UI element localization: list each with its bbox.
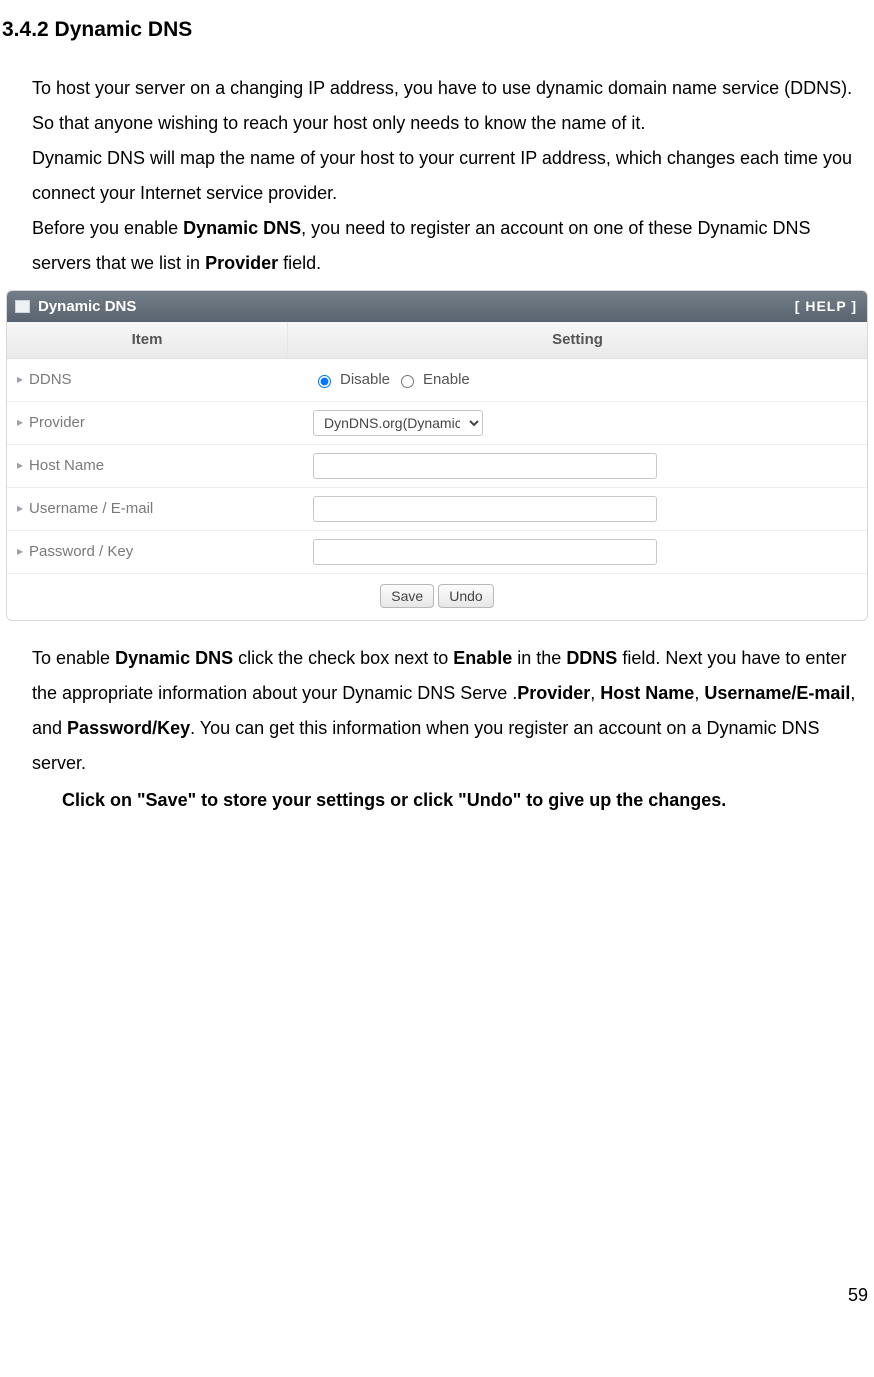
column-headers: Item Setting — [7, 322, 867, 359]
chevron-right-icon: ▸ — [17, 544, 23, 560]
outro-b2: Enable — [453, 648, 512, 668]
chevron-right-icon: ▸ — [17, 458, 23, 474]
row-hostname: ▸ Host Name — [7, 445, 867, 488]
intro-bold-provider: Provider — [205, 253, 278, 273]
password-label: Password / Key — [29, 542, 133, 562]
outro-c: click the check box next to — [233, 648, 453, 668]
outro-b4: Provider — [517, 683, 590, 703]
outro-b5: Host Name — [600, 683, 694, 703]
provider-select[interactable]: DynDNS.org(Dynamic) — [313, 410, 483, 436]
ddns-enable-label: Enable — [423, 370, 470, 390]
row-provider: ▸ Provider DynDNS.org(Dynamic) — [7, 402, 867, 445]
panel-icon — [15, 300, 30, 313]
provider-label: Provider — [29, 413, 85, 433]
section-heading: 3.4.2 Dynamic DNS — [2, 10, 872, 51]
outro-b6: Username/E-mail — [704, 683, 850, 703]
panel-header: Dynamic DNS [ HELP ] — [7, 291, 867, 323]
outro-b3: DDNS — [566, 648, 617, 668]
row-ddns: ▸ DDNS Disable Enable — [7, 359, 867, 402]
outro-f: , — [590, 683, 600, 703]
ddns-label: DDNS — [29, 370, 72, 390]
password-input[interactable] — [313, 539, 657, 565]
help-link[interactable]: [ HELP ] — [795, 297, 857, 315]
chevron-right-icon: ▸ — [17, 372, 23, 388]
undo-button[interactable]: Undo — [438, 584, 493, 608]
outro-b7: Password/Key — [67, 718, 190, 738]
chevron-right-icon: ▸ — [17, 415, 23, 431]
ddns-enable-radio[interactable] — [401, 375, 414, 388]
ddns-disable-radio[interactable] — [318, 375, 331, 388]
panel-title: Dynamic DNS — [38, 297, 136, 317]
hostname-input[interactable] — [313, 453, 657, 479]
dynamic-dns-panel: Dynamic DNS [ HELP ] Item Setting ▸ DDNS… — [6, 290, 868, 621]
intro-paragraph: To host your server on a changing IP add… — [32, 71, 872, 282]
outro-b1: Dynamic DNS — [115, 648, 233, 668]
chevron-right-icon: ▸ — [17, 501, 23, 517]
row-username: ▸ Username / E-mail — [7, 488, 867, 531]
button-row: Save Undo — [7, 574, 867, 620]
username-input[interactable] — [313, 496, 657, 522]
save-note-paragraph: Click on "Save" to store your settings o… — [62, 783, 872, 818]
save-button[interactable]: Save — [380, 584, 434, 608]
intro-line1: To host your server on a changing IP add… — [32, 78, 852, 133]
outro-g: , — [694, 683, 704, 703]
intro-line3a: Before you enable — [32, 218, 183, 238]
outro-a: To enable — [32, 648, 115, 668]
row-password: ▸ Password / Key — [7, 531, 867, 574]
save-note: Click on "Save" to store your settings o… — [62, 790, 726, 810]
username-label: Username / E-mail — [29, 499, 153, 519]
outro-paragraph: To enable Dynamic DNS click the check bo… — [32, 641, 872, 781]
intro-line2: Dynamic DNS will map the name of your ho… — [32, 148, 852, 203]
column-setting: Setting — [288, 322, 867, 358]
column-item: Item — [7, 322, 288, 358]
intro-line3c: field. — [278, 253, 321, 273]
hostname-label: Host Name — [29, 456, 104, 476]
page-number: 59 — [2, 1278, 872, 1313]
intro-bold-dynamic-dns: Dynamic DNS — [183, 218, 301, 238]
ddns-disable-label: Disable — [340, 370, 390, 390]
outro-d: in the — [512, 648, 566, 668]
